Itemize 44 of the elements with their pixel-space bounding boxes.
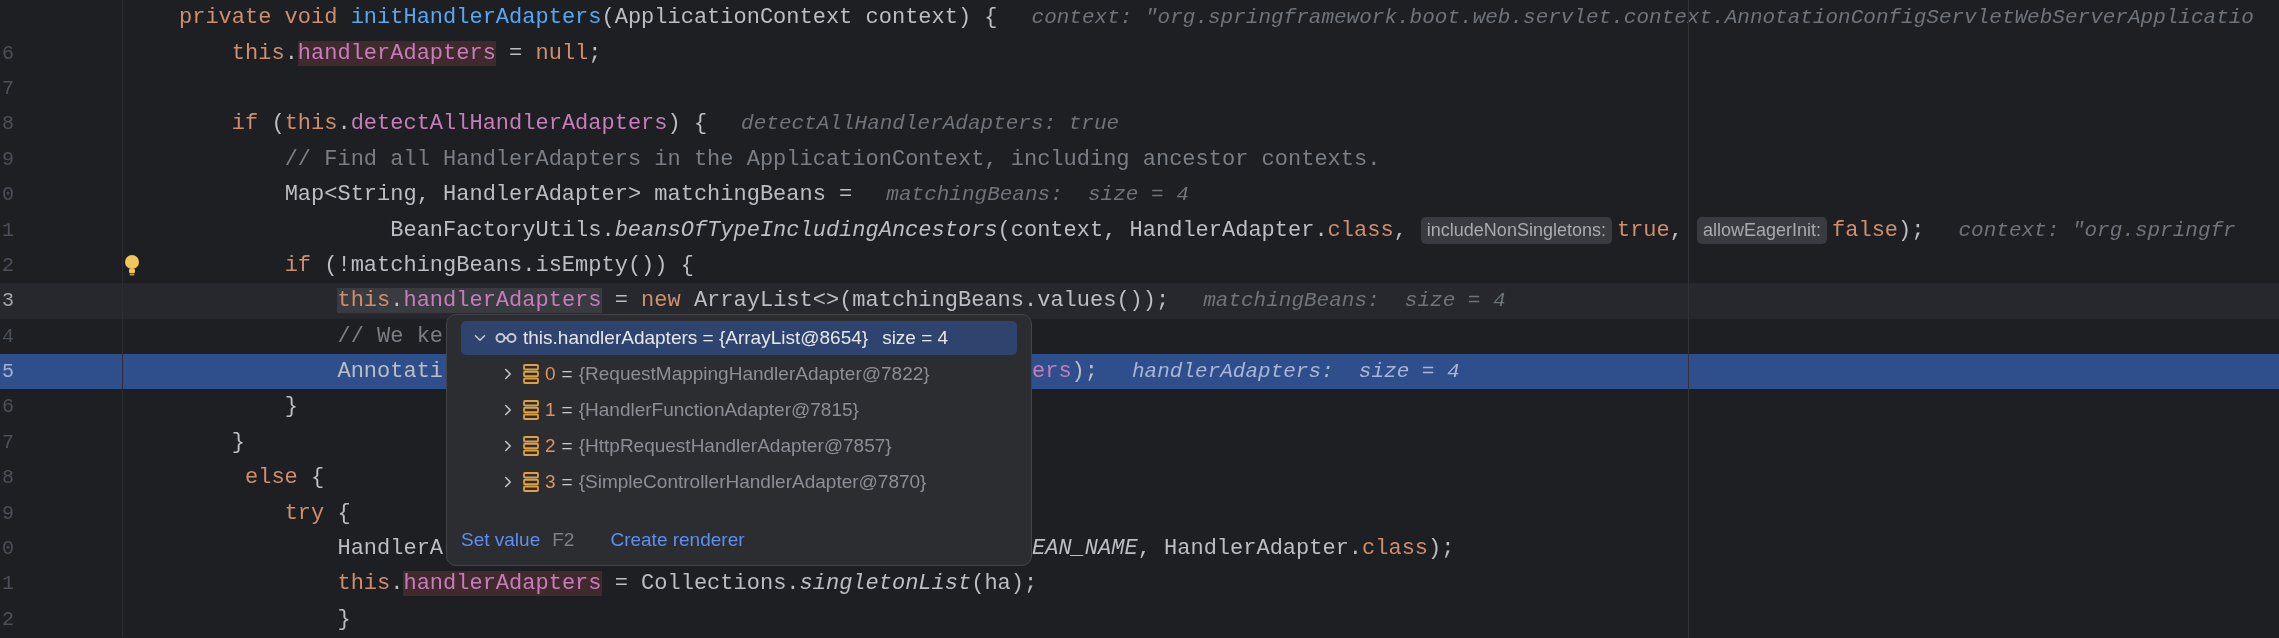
tree-row[interactable]: 3 = {SimpleControllerHandlerAdapter@7870} [461, 465, 1017, 499]
code-text: HandlerA [336, 536, 444, 562]
action-link[interactable]: Set value [461, 529, 541, 551]
stack-icon [523, 436, 539, 456]
inlay-hint: matchingBeans: size = 4 [886, 183, 1189, 207]
tree-row[interactable]: 2 = {HttpRequestHandlerAdapter@7857} [461, 429, 1017, 463]
code-text: try { [283, 500, 351, 526]
code-text: } [283, 394, 298, 420]
code-text: true, [1616, 217, 1683, 243]
parameter-hint: allowEagerInit: [1696, 216, 1828, 244]
code-text: ers); [1032, 359, 1098, 385]
shortcut-text: F2 [552, 529, 575, 551]
code-text: Annotati [336, 359, 444, 385]
code-text: this.handlerAdapters = Collections.singletonList(ha); [336, 571, 1038, 597]
code-text: EAN_NAME, HandlerAdapter.class); [1032, 536, 1455, 562]
action-link[interactable]: Create renderer [610, 529, 745, 551]
stack-icon [523, 364, 539, 384]
code-text: } [230, 429, 245, 455]
code-text: private void initHandlerAdapters(ApplicationContext context) { [179, 5, 998, 31]
inlay-hint: detectAllHandlerAdapters: true [741, 112, 1120, 136]
tree-row[interactable]: this.handlerAdapters = {ArrayList@8654} size = 4 [461, 321, 1017, 355]
tree-row[interactable]: 1 = {HandlerFunctionAdapter@7815} [461, 393, 1017, 427]
inlay-hint: context: "org.springframework.boot.web.servlet.context.AnnotationConfigServletWebServerApplicatio [1031, 6, 2254, 30]
line-number: 5 [1, 360, 14, 384]
code-text: } [336, 606, 351, 632]
code-text: BeanFactoryUtils.beansOfTypeIncludingAncestors(context, HandlerAdapter.class, [389, 217, 1407, 243]
code-text: if (!matchingBeans.isEmpty()) { [283, 252, 694, 278]
code-text: false); [1832, 217, 1925, 243]
inlay-hint: handlerAdapters: size = 4 [1132, 360, 1460, 384]
glasses-icon [495, 332, 517, 344]
code-text: // We ke [336, 323, 444, 349]
parameter-hint: includeNonSingletons: [1420, 216, 1612, 244]
tree-row[interactable]: 0 = {RequestMappingHandlerAdapter@7822} [461, 357, 1017, 391]
line-number: 3 [1, 289, 14, 313]
lightbulb-icon[interactable] [123, 254, 141, 277]
code-text: // Find all HandlerAdapters in the ApplicationContext, including ancestor contexts. [283, 146, 1381, 172]
stack-icon [523, 472, 539, 492]
stack-icon [523, 400, 539, 420]
inlay-hint: matchingBeans: size = 4 [1203, 289, 1506, 313]
code-text: Map<String, HandlerAdapter> matchingBeans = [283, 182, 853, 208]
inlay-hint: context: "org.springfr [1958, 218, 2236, 242]
code-text: if (this.detectAllHandlerAdapters) { [230, 111, 708, 137]
code-text: this.handlerAdapters = new ArrayList<>(matchingBeans.values()); [336, 288, 1170, 314]
code-text: else { [244, 465, 325, 491]
